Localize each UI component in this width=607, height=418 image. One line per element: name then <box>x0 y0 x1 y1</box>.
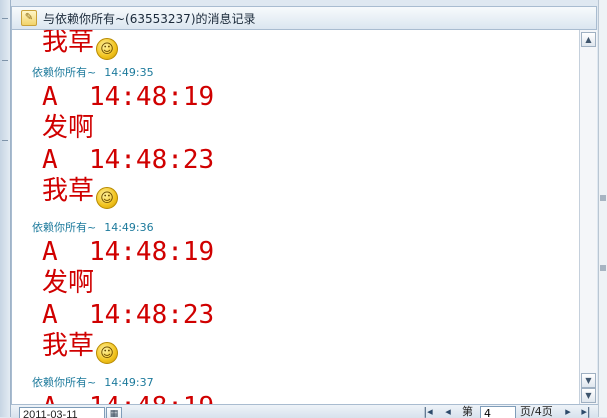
message-line[interactable]: 我草 ☺ <box>42 331 119 364</box>
message-time: 14:49:35 <box>104 66 154 79</box>
message-header: 依赖你所有~ 14:49:35 <box>32 64 154 80</box>
date-input[interactable]: 2011-03-11 <box>19 407 105 418</box>
right-panel-edge <box>598 0 607 417</box>
message-line[interactable]: 我草 ☺ <box>42 30 119 60</box>
message-list[interactable]: 我草 ☺ 依赖你所有~ 14:49:35 A 14:48:19 发啊 A 14:48… <box>11 30 579 404</box>
edge-mark <box>600 195 606 201</box>
page-prefix: 第 <box>462 405 473 418</box>
scroll-down-button[interactable]: ▼ <box>581 373 596 388</box>
chat-history-icon: ✎ <box>21 10 37 26</box>
sender-name: 依赖你所有~ <box>32 221 97 234</box>
edge-tick <box>2 18 8 19</box>
edge-mark <box>600 265 606 271</box>
message-line[interactable]: A 14:48:19 <box>42 392 214 404</box>
message-time: 14:49:36 <box>104 221 154 234</box>
first-page-icon[interactable]: |◂ <box>421 406 435 418</box>
message-header: 依赖你所有~ 14:49:37 <box>32 374 154 390</box>
shy-smiley-icon: ☺ <box>96 342 119 364</box>
edge-tick <box>2 60 8 61</box>
message-line[interactable]: 发啊 <box>42 113 94 143</box>
calendar-icon[interactable]: ▦ <box>106 407 122 418</box>
scroll-down-button[interactable]: ▼ <box>581 388 596 403</box>
scroll-up-button[interactable]: ▲ <box>581 32 596 47</box>
next-page-icon[interactable]: ▸ <box>561 406 575 418</box>
sender-name: 依赖你所有~ <box>32 66 97 79</box>
history-toolbar: 2011-03-11 ▦ |◂ ◂ 第 4 页/4页 ▸ ▸| <box>11 404 598 418</box>
message-line[interactable]: 我草 ☺ <box>42 176 119 209</box>
last-page-icon[interactable]: ▸| <box>579 406 593 418</box>
left-panel-edge <box>0 0 11 417</box>
message-time: 14:49:37 <box>104 376 154 389</box>
history-header: ✎ 与依赖你所有~(63553237)的消息记录 <box>11 6 597 30</box>
message-line[interactable]: A 14:48:19 <box>42 82 214 112</box>
message-line[interactable]: A 14:48:23 <box>42 145 214 175</box>
vertical-scrollbar[interactable]: ▲ ▼ ▼ <box>579 30 597 404</box>
message-line[interactable]: A 14:48:23 <box>42 300 214 330</box>
shy-smiley-icon: ☺ <box>96 187 119 209</box>
sender-name: 依赖你所有~ <box>32 376 97 389</box>
page-suffix: 页/4页 <box>520 405 553 418</box>
history-title: 与依赖你所有~(63553237)的消息记录 <box>43 11 256 26</box>
message-line[interactable]: A 14:48:19 <box>42 237 214 267</box>
prev-page-icon[interactable]: ◂ <box>441 406 455 418</box>
shy-smiley-icon: ☺ <box>96 38 119 60</box>
page-number-input[interactable]: 4 <box>480 406 516 418</box>
message-header: 依赖你所有~ 14:49:36 <box>32 219 154 235</box>
edge-tick <box>2 140 8 141</box>
message-line[interactable]: 发啊 <box>42 268 94 298</box>
